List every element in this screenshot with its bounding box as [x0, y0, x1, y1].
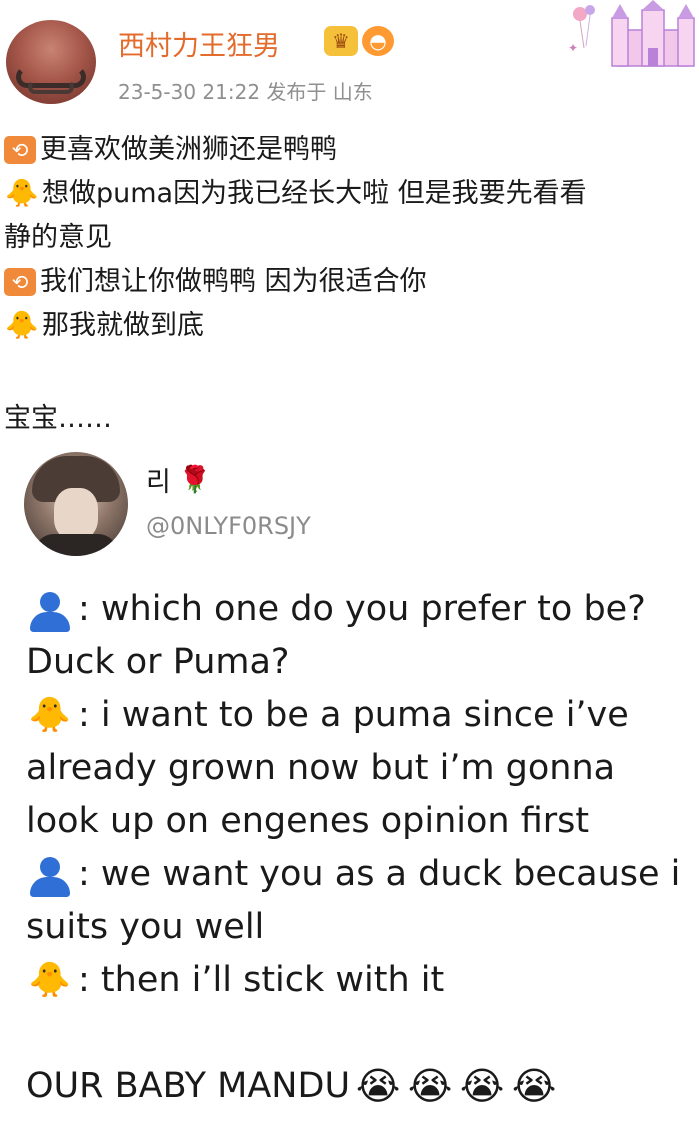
tweet-handle[interactable]: @0NLYF0RSJY	[146, 512, 311, 540]
post-line-text: 更喜欢做美洲狮还是鸭鸭	[40, 134, 337, 165]
post-line-4: 🐥 那我就做到底	[4, 304, 699, 348]
chick-icon: 🐥	[5, 178, 39, 209]
repost-icon: ⟲	[4, 136, 36, 164]
poster-username[interactable]: 西村力王狂男	[118, 24, 280, 63]
user-badges: ♛ ◓	[324, 26, 394, 56]
avatar-chain-detail-2	[28, 80, 74, 94]
tweet-line-text: suits you well	[26, 907, 265, 947]
person-icon	[26, 853, 74, 897]
avatar-coat	[34, 534, 118, 556]
tweet-body: : which one do you prefer to be? Duck or…	[26, 583, 699, 1113]
crying-face-icon: 😭	[407, 1064, 453, 1108]
avatar-face	[54, 488, 98, 540]
post-line-1: ⟲ 更喜欢做美洲狮还是鸭鸭	[4, 128, 699, 172]
tweet-line: already grown now but i’m gonna	[26, 742, 699, 795]
crying-face-icon: 😭	[459, 1064, 505, 1108]
svg-text:✦: ✦	[568, 41, 578, 55]
tweet-line-text: look up on engenes opinion first	[26, 801, 590, 841]
repost-icon: ⟲	[4, 268, 36, 296]
castle-decoration-icon: ✦	[568, 0, 695, 67]
tweet-line: suits you well	[26, 901, 699, 954]
tweet-closing-text: OUR BABY MANDU	[26, 1066, 351, 1106]
post-body: ⟲ 更喜欢做美洲狮还是鸭鸭 🐥 想做puma因为我已经长大啦 但是我要先看看 静…	[4, 128, 699, 348]
tweet-line-text: : which one do you prefer to be?	[78, 589, 646, 629]
tweet-gap	[26, 1007, 699, 1060]
tweet-line: : which one do you prefer to be?	[26, 583, 699, 636]
fish-badge-icon[interactable]: ◓	[362, 26, 394, 56]
person-icon	[26, 588, 74, 632]
tweet-avatar[interactable]	[24, 452, 128, 556]
tweet-line-text: : then i’ll stick with it	[78, 960, 445, 1000]
post-line-2-cont: 静的意见	[4, 216, 699, 260]
post-line-text: 那我就做到底	[42, 310, 204, 341]
post-line-text: 静的意见	[4, 222, 112, 253]
post-line-text: 想做puma因为我已经长大啦 但是我要先看看	[42, 178, 587, 209]
post-line-text: 我们想让你做鸭鸭 因为很适合你	[40, 266, 427, 297]
chick-icon: 🐥	[28, 695, 72, 735]
tweet-line: Duck or Puma?	[26, 636, 699, 689]
poster-avatar[interactable]	[6, 20, 96, 104]
tweet-line-text: already grown now but i’m gonna	[26, 748, 616, 788]
tweet-line: look up on engenes opinion first	[26, 795, 699, 848]
chick-icon: 🐥	[28, 960, 72, 1000]
tweet-display-name[interactable]: 리 🌹	[146, 460, 211, 499]
tweet-line-text: : we want you as a duck because i	[78, 854, 681, 894]
crying-face-icon: 😭	[511, 1064, 557, 1108]
rose-icon: 🌹	[178, 464, 212, 495]
tweet-line: 🐥 : i want to be a puma since i’ve	[26, 689, 699, 742]
tweet-name-text: 리	[146, 467, 171, 498]
tweet-line: 🐥 : then i’ll stick with it	[26, 954, 699, 1007]
tweet-line-text: Duck or Puma?	[26, 642, 290, 682]
post-meta: 23-5-30 21:22 发布于 山东	[118, 80, 373, 104]
tweet-line: : we want you as a duck because i	[26, 848, 699, 901]
post-line-3: ⟲ 我们想让你做鸭鸭 因为很适合你	[4, 260, 699, 304]
tweet-line-text: : i want to be a puma since i’ve	[78, 695, 629, 735]
crying-face-icon: 😭	[355, 1064, 401, 1108]
crown-badge-icon[interactable]: ♛	[324, 26, 358, 56]
chick-icon: 🐥	[5, 310, 39, 341]
post-line-2: 🐥 想做puma因为我已经长大啦 但是我要先看看	[4, 172, 699, 216]
tweet-closing-line: OUR BABY MANDU 😭 😭 😭 😭	[26, 1060, 699, 1113]
post-tail-text: 宝宝……	[4, 403, 112, 434]
